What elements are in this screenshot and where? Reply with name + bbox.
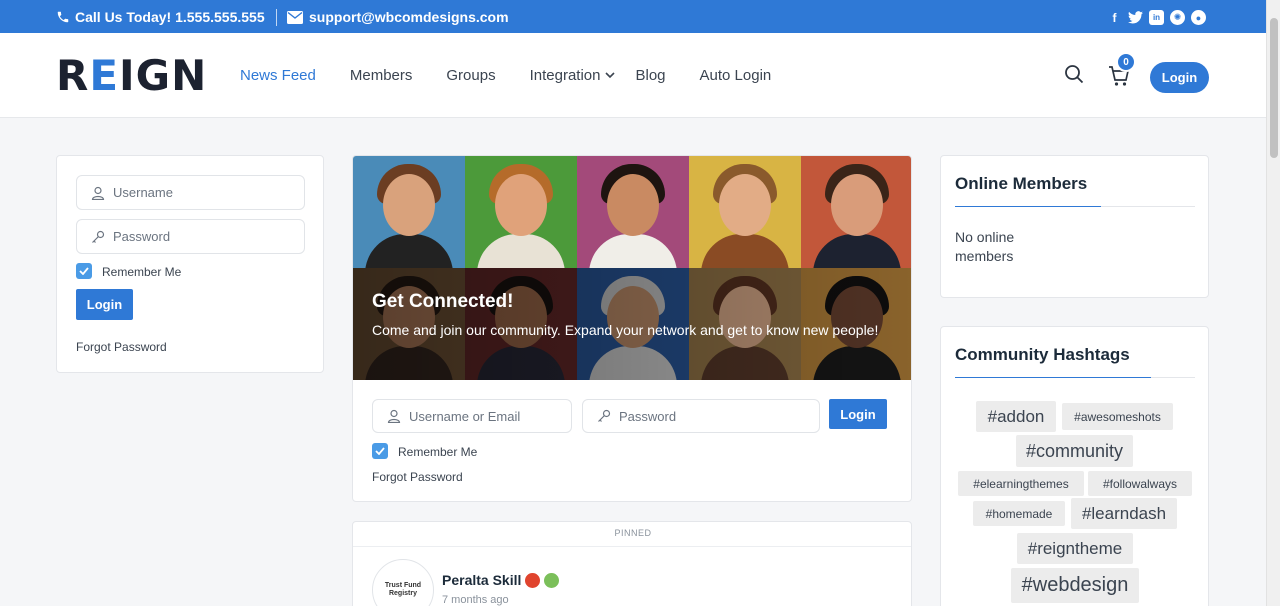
hashtag-homemade[interactable]: #homemade	[973, 501, 1065, 526]
mail-icon	[287, 10, 303, 24]
password-placeholder: Password	[619, 408, 677, 424]
remember-me-checkbox[interactable]	[372, 443, 388, 459]
banner-text: Come and join our community. Expand your…	[372, 322, 879, 338]
login-button[interactable]: Login	[76, 289, 133, 320]
email-contact[interactable]: support@wbcomdesigns.com	[287, 9, 509, 25]
password-placeholder: Password	[113, 229, 171, 244]
nav-item-integration[interactable]: Integration	[530, 67, 616, 84]
twitter-icon[interactable]	[1128, 10, 1143, 25]
phone-text: Call Us Today! 1.555.555.555	[75, 9, 265, 25]
nav-item-auto-login[interactable]: Auto Login	[700, 67, 772, 84]
page-scrollbar[interactable]	[1266, 0, 1280, 606]
main-nav: News Feed Members Groups Integration Blo…	[240, 67, 771, 84]
linkedin-icon[interactable]: in	[1149, 10, 1164, 25]
dribbble-icon[interactable]: ✺	[1170, 10, 1185, 25]
header-login-button[interactable]: Login	[1150, 62, 1209, 93]
site-header: REIGN News Feed Members Groups Integrati…	[0, 33, 1266, 118]
user-icon	[387, 409, 401, 423]
remember-me-checkbox[interactable]	[76, 263, 92, 279]
widget-title: Community Hashtags	[955, 345, 1130, 364]
cart-count-badge: 0	[1116, 52, 1136, 72]
widget-title-underline	[955, 377, 1195, 378]
check-icon	[79, 267, 89, 275]
author-name[interactable]: Peralta Skill	[442, 572, 521, 588]
phone-contact[interactable]: Call Us Today! 1.555.555.555	[56, 9, 265, 25]
search-icon[interactable]	[1064, 64, 1084, 84]
pinned-activity-post: PINNED Trust Fund Registry Peralta Skill…	[352, 521, 912, 606]
globe-badge-icon	[544, 572, 560, 588]
social-links: f in ✺ ●	[1107, 10, 1206, 25]
forgot-password-link[interactable]: Forgot Password	[372, 470, 463, 484]
avatar[interactable]: Trust Fund Registry	[372, 559, 434, 606]
hashtag-addon[interactable]: #addon	[976, 401, 1056, 432]
divider	[276, 9, 277, 26]
hashtag-awesomeshots[interactable]: #awesomeshots	[1062, 403, 1173, 430]
reign-logo[interactable]: REIGN	[56, 55, 207, 97]
key-icon	[92, 230, 105, 243]
password-field[interactable]: Password	[582, 399, 820, 433]
avatar-logo-text: Trust Fund Registry	[384, 582, 422, 597]
banner-photo	[353, 156, 465, 268]
email-text: support@wbcomdesigns.com	[309, 9, 509, 25]
banner-photo	[465, 156, 577, 268]
community-hashtags-widget: Community Hashtags #addon #awesomeshots …	[940, 326, 1209, 606]
nav-item-groups[interactable]: Groups	[446, 67, 495, 84]
widget-title: Online Members	[955, 174, 1088, 193]
nav-item-news-feed[interactable]: News Feed	[240, 67, 316, 84]
top-contact-bar: Call Us Today! 1.555.555.555 support@wbc…	[0, 0, 1266, 33]
welcome-login-card: Get Connected! Come and join our communi…	[352, 155, 912, 502]
post-timestamp[interactable]: 7 months ago	[442, 594, 509, 606]
divider	[353, 546, 911, 547]
community-banner	[353, 156, 911, 380]
online-members-widget: Online Members No online members	[940, 155, 1209, 298]
user-icon	[91, 186, 105, 200]
github-icon[interactable]: ●	[1191, 10, 1206, 25]
nav-item-label: Integration	[529, 67, 601, 84]
phone-icon	[57, 11, 69, 23]
hashtag-community[interactable]: #community	[1016, 435, 1133, 467]
post-author: Peralta Skill	[442, 572, 560, 588]
nav-item-blog[interactable]: Blog	[635, 67, 665, 84]
remember-me-label: Remember Me	[398, 445, 478, 459]
forgot-password-link[interactable]: Forgot Password	[76, 340, 167, 354]
password-field[interactable]: Password	[76, 219, 305, 254]
scrollbar-thumb[interactable]	[1270, 18, 1278, 158]
username-or-email-field[interactable]: Username or Email	[372, 399, 572, 433]
username-placeholder: Username	[113, 185, 173, 200]
username-field[interactable]: Username	[76, 175, 305, 210]
username-or-email-placeholder: Username or Email	[409, 408, 521, 424]
banner-photo	[801, 156, 911, 268]
key-icon	[598, 409, 611, 422]
nav-item-members[interactable]: Members	[350, 67, 413, 84]
check-icon	[375, 447, 385, 455]
remember-me-label: Remember Me	[102, 265, 182, 279]
hashtag-reigntheme[interactable]: #reigntheme	[1017, 533, 1133, 564]
chevron-down-icon	[605, 71, 616, 82]
facebook-icon[interactable]: f	[1107, 10, 1122, 25]
login-button[interactable]: Login	[829, 399, 887, 429]
pinned-label: PINNED	[614, 528, 652, 538]
no-members-text: No online members	[955, 229, 1015, 264]
hashtag-learndash[interactable]: #learndash	[1071, 498, 1177, 529]
hashtag-webdesign[interactable]: #webdesign	[1011, 568, 1139, 603]
award-badge-icon	[525, 572, 541, 588]
banner-title: Get Connected!	[372, 291, 514, 312]
widget-title-underline	[955, 206, 1195, 207]
banner-photo	[689, 156, 801, 268]
hashtag-elearningthemes[interactable]: #elearningthemes	[958, 471, 1084, 496]
banner-photo	[577, 156, 689, 268]
sidebar-login-widget: Username Password Remember Me Login Forg…	[56, 155, 324, 373]
hashtag-followalways[interactable]: #followalways	[1088, 471, 1192, 496]
